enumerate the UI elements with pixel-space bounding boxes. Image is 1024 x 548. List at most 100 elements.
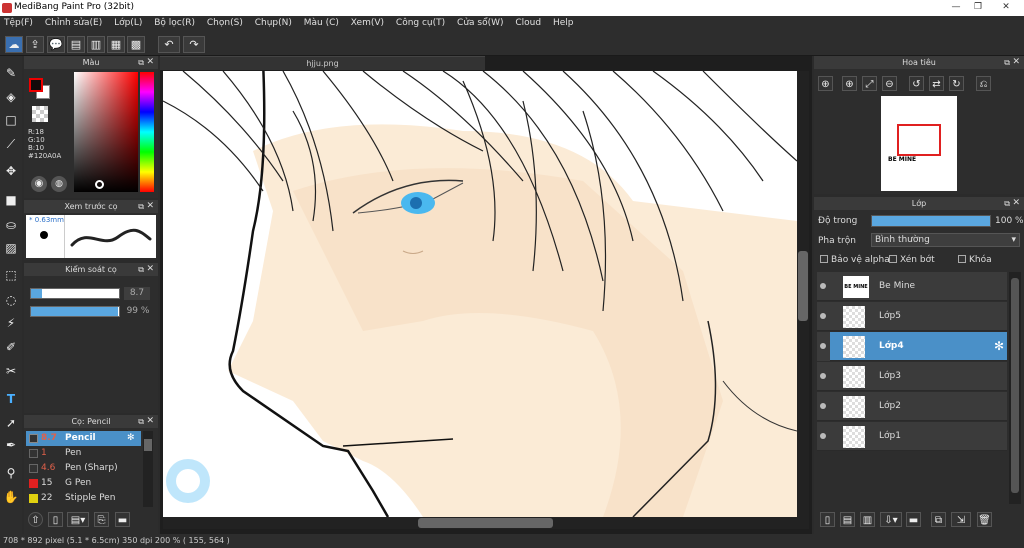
close-icon[interactable]: ✕ bbox=[146, 200, 154, 213]
fit-icon[interactable]: ⤢ bbox=[862, 76, 877, 91]
hand-tool-icon[interactable]: ✋ bbox=[2, 488, 20, 506]
layer-row[interactable]: BE MINE Be Mine bbox=[817, 272, 1007, 301]
rotate-left-icon[interactable]: ↺ bbox=[909, 76, 924, 91]
brush-copy-icon[interactable]: ⎘ bbox=[94, 512, 109, 527]
comment-icon[interactable]: ▤ bbox=[67, 36, 85, 53]
zoom-out-icon[interactable]: ⊖ bbox=[882, 76, 897, 91]
picker-cursor[interactable] bbox=[95, 180, 104, 189]
close-button[interactable]: ✕ bbox=[990, 0, 1022, 14]
zoom-in-alt-icon[interactable]: ⊕ bbox=[842, 76, 857, 91]
brush-folder-icon[interactable]: ▬ bbox=[115, 512, 130, 527]
menu-tools[interactable]: Công cụ(T) bbox=[392, 16, 445, 28]
brush-menu-icon[interactable]: ▤▾ bbox=[67, 512, 89, 527]
brush-size-value[interactable]: 8.7 bbox=[124, 287, 150, 300]
close-icon[interactable]: ✕ bbox=[1012, 56, 1020, 69]
palette-icon[interactable]: ◉ bbox=[31, 176, 47, 192]
visibility-icon[interactable] bbox=[820, 283, 826, 289]
layer-row-selected[interactable]: Lớp4 ✻ bbox=[830, 332, 1007, 361]
magic-wand-icon[interactable]: ⚡ bbox=[2, 314, 20, 332]
duplicate-layer-icon[interactable]: ⧉ bbox=[931, 512, 946, 527]
menu-view[interactable]: Xem(V) bbox=[347, 16, 384, 28]
canvas-tab[interactable]: hjju.png bbox=[160, 56, 485, 70]
layer-row[interactable]: Lớp5 bbox=[817, 302, 1007, 331]
menu-layer[interactable]: Lớp(L) bbox=[110, 16, 142, 28]
layer-row[interactable]: Lớp2 bbox=[817, 392, 1007, 421]
foreground-color-swatch[interactable] bbox=[29, 78, 43, 92]
brush-item[interactable]: 15 G Pen bbox=[26, 476, 141, 491]
visibility-icon[interactable] bbox=[820, 433, 826, 439]
eraser-tool-icon[interactable]: ◈ bbox=[2, 88, 20, 106]
canvas-vertical-scrollbar[interactable] bbox=[797, 71, 809, 517]
share-icon[interactable]: ⇪ bbox=[26, 36, 44, 53]
brush-item[interactable]: 1 Pen bbox=[26, 446, 141, 461]
layer-row[interactable]: Lớp1 bbox=[817, 422, 1007, 451]
rectangle-tool-icon[interactable]: □ bbox=[2, 111, 20, 129]
cloud-icon[interactable]: ☁ bbox=[5, 36, 23, 53]
protect-alpha-checkbox[interactable]: Bảo vệ alpha bbox=[820, 255, 890, 265]
new-halftone-layer-icon[interactable]: ▤ bbox=[840, 512, 855, 527]
close-icon[interactable]: ✕ bbox=[146, 263, 154, 276]
maximize-button[interactable]: ❐ bbox=[965, 0, 991, 14]
menu-help[interactable]: Help bbox=[549, 16, 574, 28]
dock-icon[interactable]: ⧉ bbox=[138, 415, 144, 428]
dock-icon[interactable]: ⧉ bbox=[1004, 197, 1010, 210]
close-icon[interactable]: ✕ bbox=[1012, 197, 1020, 210]
bucket-tool-icon[interactable]: ⛀ bbox=[2, 216, 20, 234]
zoom-in-icon[interactable]: ⊕ bbox=[818, 76, 833, 91]
layer-row[interactable]: Lớp3 bbox=[817, 362, 1007, 391]
artwork-canvas[interactable] bbox=[163, 71, 797, 517]
new-brush-icon[interactable]: ▯ bbox=[48, 512, 63, 527]
undo-icon[interactable]: ↶ bbox=[158, 36, 180, 53]
hue-slider[interactable] bbox=[140, 72, 154, 192]
lasso-icon[interactable]: ◌ bbox=[2, 291, 20, 309]
clipping-checkbox[interactable]: Xén bớt bbox=[889, 255, 935, 265]
brush-opacity-slider[interactable] bbox=[30, 306, 120, 317]
brush-settings-icon[interactable]: ✻ bbox=[127, 431, 135, 446]
visibility-icon[interactable] bbox=[820, 343, 826, 349]
menu-select[interactable]: Chọn(S) bbox=[203, 16, 243, 28]
menu-filter[interactable]: Bộ lọc(R) bbox=[150, 16, 195, 28]
visibility-icon[interactable] bbox=[820, 313, 826, 319]
visibility-icon[interactable] bbox=[820, 403, 826, 409]
menu-snap[interactable]: Chụp(N) bbox=[251, 16, 292, 28]
dock-icon[interactable]: ⧉ bbox=[138, 263, 144, 276]
grid-icon[interactable]: ▩ bbox=[127, 36, 145, 53]
eyedropper-icon[interactable]: ⚲ bbox=[2, 464, 20, 482]
layer-folder-icon[interactable]: ▬ bbox=[906, 512, 921, 527]
reset-view-icon[interactable]: ⎌ bbox=[976, 76, 991, 91]
gradient-tool-icon[interactable]: ▨ bbox=[2, 239, 20, 257]
transparent-swatch[interactable] bbox=[32, 106, 48, 122]
brush-item[interactable]: 22 Stipple Pen bbox=[26, 491, 141, 506]
select-pen-icon[interactable]: ✐ bbox=[2, 338, 20, 356]
dock-icon[interactable]: ⧉ bbox=[1004, 56, 1010, 69]
brush-item[interactable]: 8.7 Pencil ✻ bbox=[26, 431, 141, 446]
dock-icon[interactable]: ⧉ bbox=[138, 56, 144, 69]
flip-icon[interactable]: ⇄ bbox=[929, 76, 944, 91]
dock-icon[interactable]: ⧉ bbox=[138, 200, 144, 213]
menu-window[interactable]: Cửa sổ(W) bbox=[453, 16, 503, 28]
layer-menu-icon[interactable]: ⇩▾ bbox=[880, 512, 902, 527]
visibility-icon[interactable] bbox=[820, 373, 826, 379]
select-eraser-icon[interactable]: ✂ bbox=[2, 362, 20, 380]
brush-list-scrollbar[interactable] bbox=[143, 431, 153, 507]
menu-cloud[interactable]: Cloud bbox=[511, 16, 541, 28]
layer-settings-icon[interactable]: ✻ bbox=[994, 339, 1004, 353]
delete-layer-icon[interactable]: 🗑 bbox=[977, 512, 992, 527]
line-tool-icon[interactable]: ⟋ bbox=[2, 135, 20, 153]
brush-tool-icon[interactable]: ✎ bbox=[2, 64, 20, 82]
menu-edit[interactable]: Chỉnh sửa(E) bbox=[41, 16, 102, 28]
menu-color[interactable]: Màu (C) bbox=[300, 16, 339, 28]
layer-list-scrollbar[interactable] bbox=[1009, 272, 1021, 504]
add-brush-icon[interactable]: ⇧ bbox=[28, 512, 43, 527]
navigator-thumbnail[interactable]: BE MINE bbox=[881, 96, 957, 191]
close-icon[interactable]: ✕ bbox=[146, 56, 154, 69]
text-tool-icon[interactable]: T bbox=[2, 390, 20, 408]
saturation-value-picker[interactable] bbox=[74, 72, 138, 192]
fill-rect-tool-icon[interactable]: ■ bbox=[2, 191, 20, 209]
operation-tool-icon[interactable]: ➚ bbox=[2, 414, 20, 432]
menu-file[interactable]: Tệp(F) bbox=[0, 16, 33, 28]
new-8bit-layer-icon[interactable]: ▥ bbox=[860, 512, 875, 527]
brush-item[interactable]: 4.6 Pen (Sharp) bbox=[26, 461, 141, 476]
blend-mode-select[interactable]: Bình thường ▾ bbox=[871, 233, 1020, 247]
color-set-icon[interactable]: ◍ bbox=[51, 176, 67, 192]
